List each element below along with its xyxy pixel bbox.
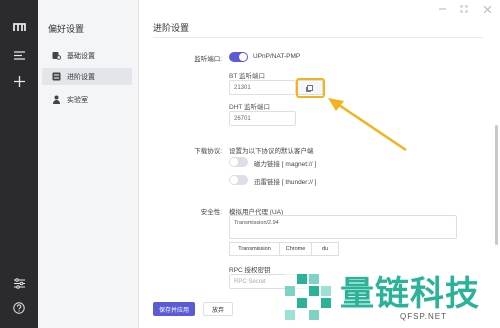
app-rail bbox=[0, 0, 38, 328]
ua-textarea[interactable]: Transmission/2.94 bbox=[229, 215, 457, 239]
upnp-toggle[interactable] bbox=[229, 52, 248, 62]
sidebar-item-label: 进阶设置 bbox=[67, 73, 95, 81]
save-apply-button[interactable]: 保存并应用 bbox=[153, 302, 195, 316]
help-icon[interactable] bbox=[0, 297, 38, 319]
listen-port-label: 监听端口: bbox=[194, 56, 222, 63]
scrollbar[interactable] bbox=[495, 125, 498, 245]
page-title: 进阶设置 bbox=[153, 23, 190, 33]
sidebar-title: 偏好设置 bbox=[48, 24, 85, 34]
thunder-label: 迅雷链接 [ thunder:// ] bbox=[254, 179, 317, 186]
copy-icon bbox=[305, 79, 313, 97]
magnet-label: 磁力链接 [ magnet:// ] bbox=[254, 161, 317, 168]
protocols-label: 下载协议: bbox=[194, 148, 222, 155]
maximize-icon[interactable] bbox=[459, 4, 469, 14]
dht-port-input[interactable]: 26701 bbox=[229, 111, 296, 126]
ua-preset-chrome-button[interactable]: Chrome bbox=[279, 242, 312, 256]
sidebar-item-lab[interactable]: 实验室 bbox=[42, 91, 132, 108]
sidebar-item-label: 基础设置 bbox=[67, 52, 95, 60]
preferences-sidebar: 偏好设置 基础设置 进阶设置 实验室 bbox=[38, 0, 139, 328]
watermark-url: QFSP.NET bbox=[400, 312, 447, 321]
sidebar-item-advanced[interactable]: 进阶设置 bbox=[42, 68, 132, 85]
magnet-toggle[interactable] bbox=[229, 157, 248, 167]
rpc-secret-label: RPC 授权密钥 bbox=[229, 267, 271, 274]
dht-port-label: DHT 监听端口 bbox=[229, 104, 271, 111]
app-logo-icon[interactable] bbox=[0, 16, 38, 38]
security-label: 安全性: bbox=[200, 209, 222, 216]
watermark-logo-icon bbox=[285, 274, 331, 320]
minimize-icon[interactable] bbox=[437, 4, 447, 14]
thunder-toggle[interactable] bbox=[229, 175, 248, 185]
preferences-icon[interactable] bbox=[0, 272, 38, 294]
gear-person-icon bbox=[52, 51, 61, 60]
advanced-settings-icon bbox=[52, 72, 61, 81]
title-divider bbox=[153, 37, 483, 38]
close-icon[interactable] bbox=[482, 4, 492, 14]
add-task-icon[interactable] bbox=[0, 70, 38, 92]
copy-port-button[interactable] bbox=[296, 80, 323, 95]
ua-preset-du-button[interactable]: du bbox=[311, 242, 339, 256]
sidebar-item-basic[interactable]: 基础设置 bbox=[42, 47, 132, 64]
upnp-label: UPnP/NAT-PMP bbox=[253, 53, 301, 60]
menu-icon[interactable] bbox=[0, 44, 38, 66]
discard-button[interactable]: 放弃 bbox=[203, 302, 233, 316]
bt-port-input[interactable]: 21301 bbox=[229, 80, 296, 95]
sidebar-item-label: 实验室 bbox=[67, 96, 88, 104]
ua-preset-group: Transmission Chrome du bbox=[229, 242, 339, 256]
bt-port-label: BT 监听端口 bbox=[229, 73, 265, 80]
watermark-text: 量链科技 bbox=[340, 274, 480, 314]
protocols-description: 设置为以下协议的默认客户端 bbox=[229, 148, 314, 155]
person-icon bbox=[52, 95, 61, 104]
ua-preset-transmission-button[interactable]: Transmission bbox=[229, 242, 280, 256]
